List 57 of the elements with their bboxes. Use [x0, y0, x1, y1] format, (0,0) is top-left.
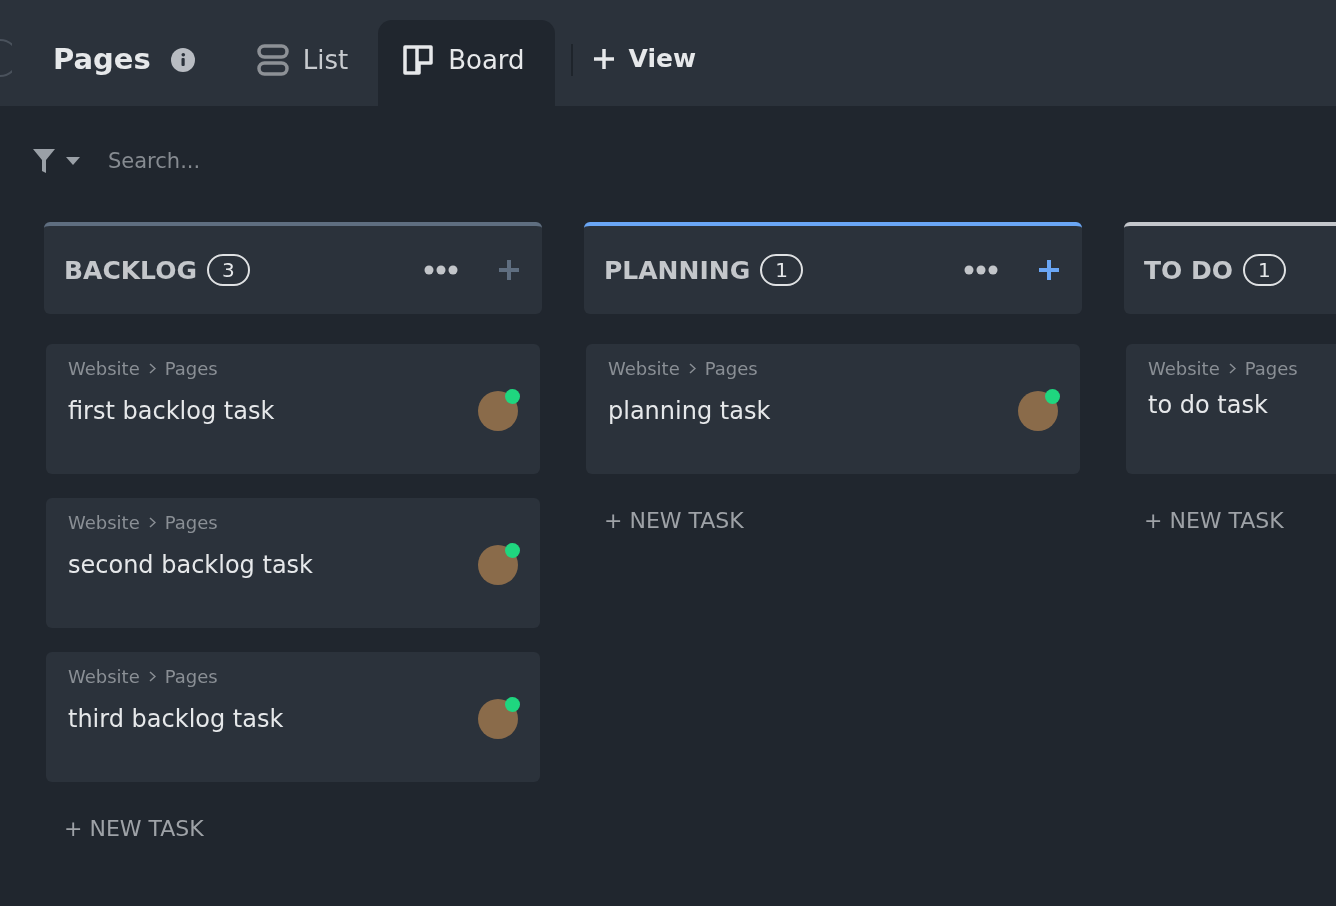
avatar[interactable]	[478, 699, 518, 739]
chevron-icon	[148, 517, 156, 528]
plus-icon[interactable]	[498, 259, 520, 281]
new-task-link[interactable]: + NEW TASK	[604, 508, 1082, 533]
task-title: second backlog task	[68, 551, 313, 579]
breadcrumb-text[interactable]: Pages	[1244, 358, 1298, 379]
chevron-icon	[148, 363, 156, 374]
plus-icon	[592, 47, 615, 70]
caret-icon[interactable]	[66, 157, 80, 165]
breadcrumb-text[interactable]: Website	[68, 666, 140, 687]
task-card[interactable]: Website Pages planning task	[586, 344, 1080, 474]
breadcrumb-text[interactable]: Website	[68, 358, 140, 379]
breadcrumb-text[interactable]: Website	[68, 512, 140, 533]
breadcrumb-text[interactable]: Pages	[164, 358, 218, 379]
chevron-icon	[1228, 363, 1236, 374]
new-task-link[interactable]: + NEW TASK	[1144, 508, 1336, 533]
column-title: BACKLOG	[64, 255, 197, 285]
task-card[interactable]: Website Pages first backlog task	[46, 344, 540, 474]
plus-icon[interactable]	[1038, 259, 1060, 281]
more-icon[interactable]	[424, 265, 458, 275]
avatar[interactable]	[478, 391, 518, 431]
task-title: planning task	[608, 397, 771, 425]
chevron-icon	[688, 363, 696, 374]
task-card[interactable]: Website Pages second backlog task	[46, 498, 540, 628]
online-dot	[1045, 389, 1060, 404]
new-task-link[interactable]: + NEW TASK	[64, 816, 542, 841]
page-title: Pages	[53, 42, 151, 76]
view-tab[interactable]: Board	[378, 20, 555, 106]
task-count: 1	[760, 254, 803, 286]
view-tab[interactable]: List	[232, 20, 379, 106]
online-dot	[505, 697, 520, 712]
task-title: to do task	[1148, 391, 1268, 419]
add-view-button[interactable]: View	[592, 44, 697, 73]
task-card[interactable]: Website Pages to do task	[1126, 344, 1336, 474]
filter-icon[interactable]	[32, 148, 56, 174]
avatar[interactable]	[1018, 391, 1058, 431]
breadcrumb-text[interactable]: Pages	[164, 666, 218, 687]
breadcrumb-text[interactable]: Pages	[164, 512, 218, 533]
task-card[interactable]: Website Pages third backlog task	[46, 652, 540, 782]
more-icon[interactable]	[964, 265, 998, 275]
info-icon[interactable]	[170, 48, 195, 72]
column-title: PLANNING	[604, 255, 751, 285]
breadcrumb-text[interactable]: Website	[1148, 358, 1220, 379]
online-dot	[505, 389, 520, 404]
task-count: 1	[1243, 254, 1286, 286]
online-dot	[505, 543, 520, 558]
search-field[interactable]: Search...	[106, 148, 370, 174]
list-icon	[256, 44, 289, 76]
task-count: 3	[206, 254, 250, 286]
column-title: TO DO	[1144, 255, 1233, 285]
board-icon	[402, 44, 435, 76]
task-title: first backlog task	[68, 397, 275, 425]
breadcrumb-text[interactable]: Pages	[704, 358, 758, 379]
task-title: third backlog task	[68, 705, 284, 733]
chevron-icon	[148, 671, 156, 682]
breadcrumb-text[interactable]: Website	[608, 358, 680, 379]
avatar[interactable]	[478, 545, 518, 585]
